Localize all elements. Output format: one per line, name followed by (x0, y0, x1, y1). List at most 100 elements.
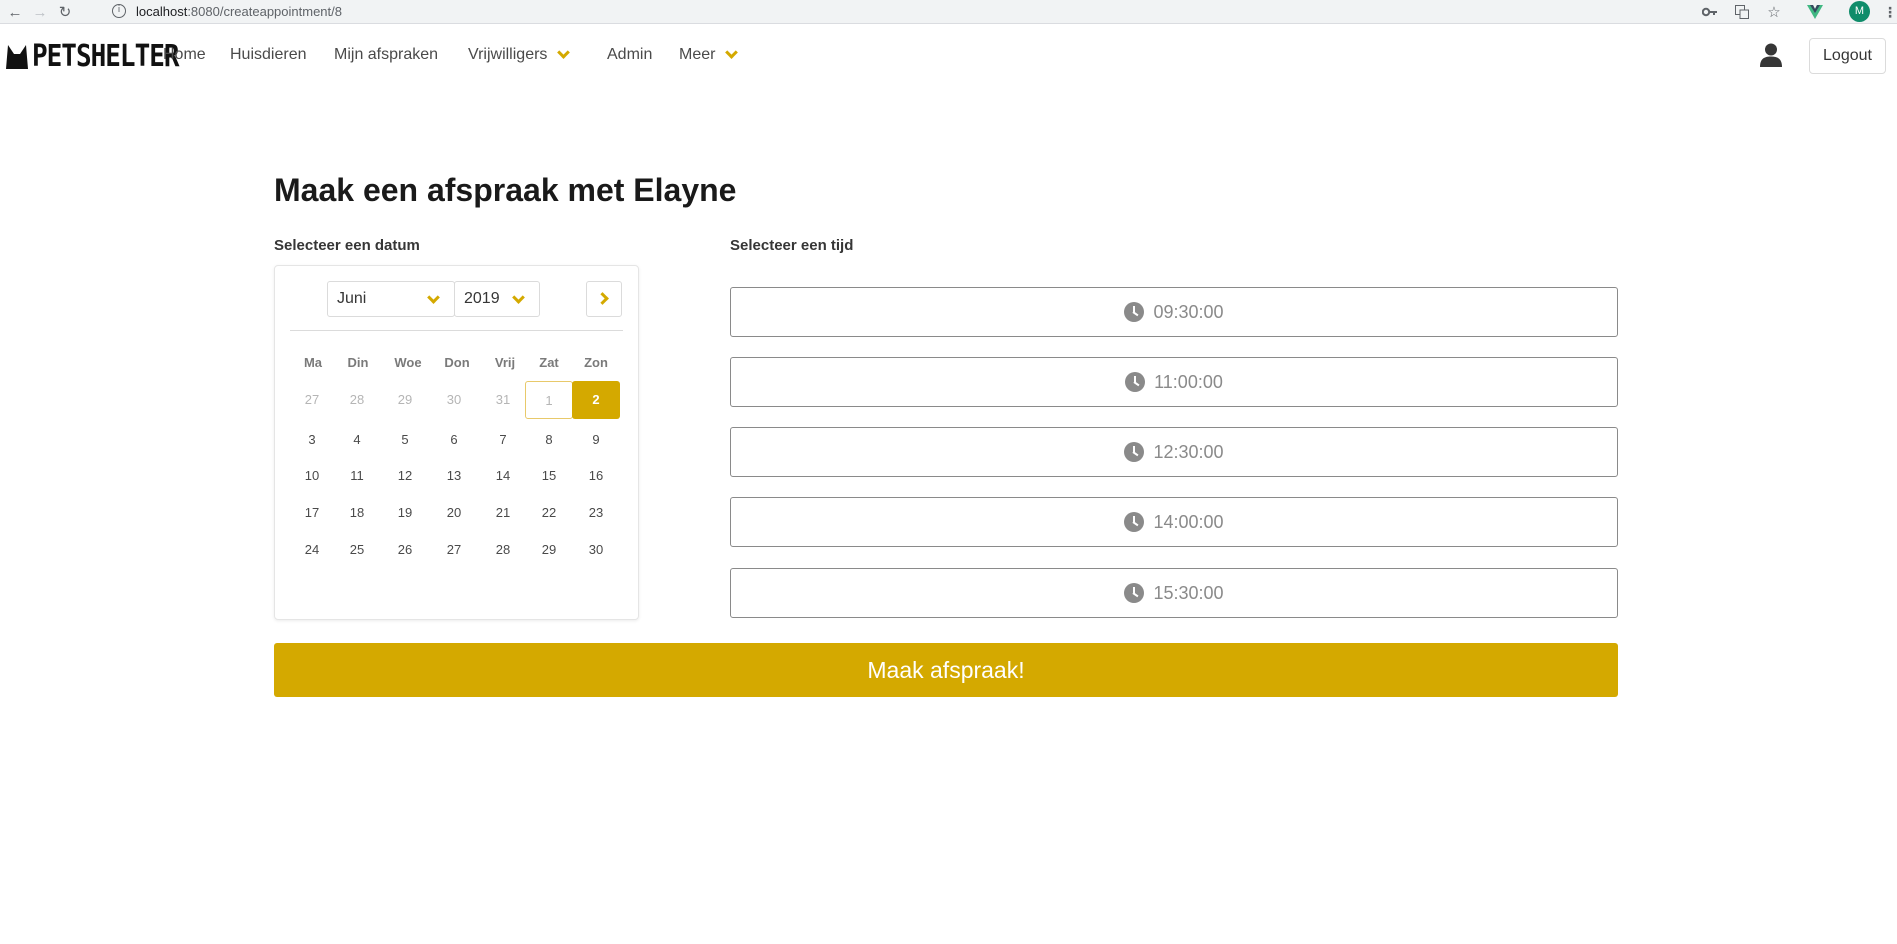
petshelter-logo[interactable]: PETSHELTER (6, 40, 180, 74)
nav-admin[interactable]: Admin (607, 46, 652, 64)
time-slot-label: 12:30:00 (1153, 441, 1224, 462)
year-select-value: 2019 (464, 290, 500, 307)
time-slot-button[interactable]: 12:30:00 (730, 427, 1618, 477)
weekday-label: Vrij (494, 355, 516, 370)
address-bar[interactable]: i localhost:8080/createappointment/8 (100, 1, 1760, 23)
weekday-label: Don (444, 355, 470, 370)
user-icon[interactable] (1760, 43, 1782, 67)
weekday-label: Zat (539, 355, 559, 370)
back-icon[interactable]: ← (5, 2, 25, 22)
calendar-day[interactable]: 24 (288, 531, 336, 569)
reload-icon[interactable]: ↻ (55, 2, 75, 22)
calendar-day[interactable]: 25 (333, 531, 381, 569)
nav-meer[interactable]: Meer (679, 45, 739, 64)
vue-devtools-icon[interactable] (1805, 2, 1825, 22)
calendar-day[interactable]: 11 (333, 457, 381, 495)
calendar-day[interactable]: 8 (525, 421, 573, 459)
calendar-day[interactable]: 26 (381, 531, 429, 569)
url-text: localhost:8080/createappointment/8 (136, 4, 342, 19)
calendar-divider (290, 330, 623, 331)
clock-icon (1124, 583, 1145, 603)
month-select-value: Juni (337, 290, 367, 307)
nav-vrijwilligers[interactable]: Vrijwilligers (468, 45, 571, 64)
month-select[interactable]: Juni (327, 281, 455, 317)
calendar-day[interactable]: 28 (333, 381, 381, 419)
calendar-day[interactable]: 7 (479, 421, 527, 459)
chevron-down-icon (512, 291, 525, 304)
url-host: localhost (136, 4, 188, 19)
logout-button[interactable]: Logout (1809, 38, 1886, 74)
calendar-day[interactable]: 15 (525, 457, 573, 495)
next-month-button[interactable] (586, 281, 622, 317)
calendar-day-today[interactable]: 1 (525, 381, 573, 419)
calendar-day[interactable]: 29 (525, 531, 573, 569)
weekday-label: Din (347, 355, 369, 370)
time-slot-button[interactable]: 11:00:00 (730, 357, 1618, 407)
calendar-day[interactable]: 3 (288, 421, 336, 459)
date-picker-calendar: Juni 2019 Ma Din Woe Don Vrij Zat Zon 27 28 29 30… (274, 265, 639, 620)
calendar-day[interactable]: 17 (288, 494, 336, 532)
key-icon[interactable] (1700, 2, 1720, 22)
calendar-day[interactable]: 30 (572, 531, 620, 569)
calendar-day[interactable]: 29 (381, 381, 429, 419)
calendar-day[interactable]: 28 (479, 531, 527, 569)
bookmark-star-icon[interactable]: ☆ (1764, 2, 1784, 22)
calendar-day[interactable]: 20 (430, 494, 478, 532)
calendar-day[interactable]: 12 (381, 457, 429, 495)
time-slot-label: 14:00:00 (1153, 511, 1224, 532)
forward-icon[interactable]: → (30, 2, 50, 22)
app-navbar: PETSHELTER Home Huisdieren Mijn afsprake… (0, 25, 1897, 87)
calendar-day[interactable]: 27 (288, 381, 336, 419)
chevron-down-icon (725, 45, 739, 59)
calendar-day[interactable]: 14 (479, 457, 527, 495)
nav-huisdieren-label: Huisdieren (230, 46, 307, 63)
make-appointment-button[interactable]: Maak afspraak! (274, 643, 1618, 697)
info-icon[interactable]: i (112, 4, 126, 18)
clock-icon (1124, 302, 1145, 322)
browser-toolbar: ← → ↻ i localhost:8080/createappointment… (0, 0, 1897, 24)
calendar-day[interactable]: 9 (572, 421, 620, 459)
calendar-day[interactable]: 4 (333, 421, 381, 459)
calendar-day[interactable]: 31 (479, 381, 527, 419)
nav-home[interactable]: Home (163, 46, 206, 64)
calendar-day[interactable]: 19 (381, 494, 429, 532)
nav-meer-label: Meer (679, 46, 716, 63)
calendar-day[interactable]: 27 (430, 531, 478, 569)
url-path: :8080/createappointment/8 (187, 4, 342, 19)
page-title: Maak een afspraak met Elayne (274, 172, 737, 208)
nav-mijn-afspraken[interactable]: Mijn afspraken (334, 46, 438, 64)
calendar-day[interactable]: 16 (572, 457, 620, 495)
calendar-day[interactable]: 5 (381, 421, 429, 459)
date-section-label: Selecteer een datum (274, 237, 420, 254)
clock-icon (1125, 372, 1146, 392)
calendar-day[interactable]: 21 (479, 494, 527, 532)
chevron-down-icon (427, 291, 440, 304)
weekday-label: Woe (394, 355, 422, 370)
time-slot-label: 15:30:00 (1153, 582, 1224, 603)
calendar-day[interactable]: 30 (430, 381, 478, 419)
chevron-down-icon (557, 45, 571, 59)
time-slot-button[interactable]: 09:30:00 (730, 287, 1618, 337)
year-select[interactable]: 2019 (454, 281, 540, 317)
time-slot-button[interactable]: 14:00:00 (730, 497, 1618, 547)
nav-huisdieren[interactable]: Huisdieren (230, 46, 306, 64)
nav-vrijwilligers-label: Vrijwilligers (468, 46, 548, 63)
calendar-day[interactable]: 6 (430, 421, 478, 459)
time-slot-button[interactable]: 15:30:00 (730, 568, 1618, 618)
clock-icon (1124, 442, 1145, 462)
time-section-label: Selecteer een tijd (730, 237, 854, 254)
calendar-day[interactable]: 23 (572, 494, 620, 532)
calendar-day[interactable]: 13 (430, 457, 478, 495)
clock-icon (1124, 512, 1145, 532)
translate-icon[interactable] (1732, 2, 1752, 22)
calendar-day[interactable]: 18 (333, 494, 381, 532)
calendar-day[interactable]: 10 (288, 457, 336, 495)
profile-avatar[interactable]: M (1849, 1, 1870, 22)
browser-menu-icon[interactable]: ⋮ (1880, 2, 1897, 22)
calendar-day-selected[interactable]: 2 (572, 381, 620, 419)
nav-home-label: Home (163, 46, 206, 63)
weekday-label: Ma (303, 355, 323, 370)
calendar-day[interactable]: 22 (525, 494, 573, 532)
chevron-right-icon (596, 292, 609, 305)
nav-admin-label: Admin (607, 46, 653, 63)
